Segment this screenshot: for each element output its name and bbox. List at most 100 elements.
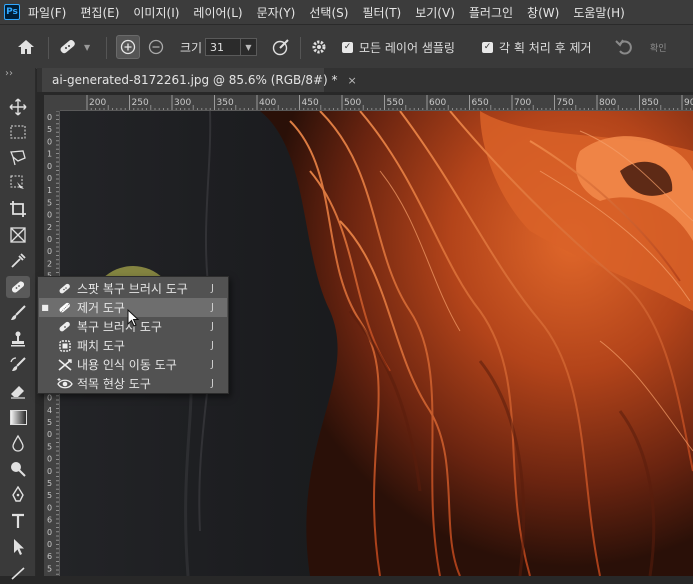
frame-tool-icon[interactable] (6, 224, 30, 246)
minus-circle-icon (148, 39, 164, 55)
menu-type[interactable]: 문자(Y) (257, 4, 296, 21)
shortcut-key: J (211, 359, 214, 370)
pen-pressure-icon (272, 39, 289, 56)
horizontal-ruler[interactable]: 200 250 300 350 400 450 500 550 600 650 700 750 800 8… (60, 95, 693, 111)
checkbox-checked-icon: ✓ (342, 41, 353, 53)
subtract-from-stroke-button[interactable] (148, 25, 164, 69)
ruler-label: 5 (47, 564, 52, 573)
ruler-label: 0 (47, 247, 52, 256)
ruler-origin[interactable] (44, 95, 60, 111)
ruler-label: 0 (47, 503, 52, 512)
ruler-label: 750 (557, 98, 574, 108)
ruler-label: 0 (47, 430, 52, 439)
ruler-label: 5 (47, 491, 52, 500)
menu-view[interactable]: 보기(V) (415, 4, 455, 21)
ruler-label: 0 (47, 174, 52, 183)
blur-icon[interactable] (6, 432, 30, 454)
ruler-label: 5 (47, 125, 52, 134)
tool-preset-picker[interactable]: ▼ (56, 25, 90, 69)
ruler-label: 0 (47, 540, 52, 549)
lasso-tool-icon[interactable] (6, 147, 30, 169)
confirm-button[interactable]: 확인 (650, 41, 667, 54)
marquee-tool-icon[interactable] (6, 121, 30, 143)
flyout-item-content-aware-move[interactable]: 내용 인식 이동 도구 J (39, 355, 227, 374)
ruler-label: 0 (47, 467, 52, 476)
remove-tool-preset-icon (60, 40, 75, 54)
flyout-item-label: 복구 브러시 도구 (77, 320, 162, 334)
gear-icon (312, 40, 326, 54)
ruler-label: 5 (47, 198, 52, 207)
expand-panel-button[interactable]: ›› (5, 68, 13, 79)
divider (48, 37, 49, 59)
content-aware-move-icon (57, 357, 73, 373)
flyout-item-label: 적목 현상 도구 (77, 377, 151, 391)
tools-panel: ›› (0, 68, 36, 580)
home-icon (18, 40, 34, 54)
menu-edit[interactable]: 편집(E) (80, 4, 119, 21)
ruler-label: 0 (47, 113, 52, 122)
ruler-label: 600 (429, 98, 446, 108)
move-tool-icon[interactable] (6, 96, 30, 118)
flyout-item-red-eye[interactable]: 적목 현상 도구 J (39, 374, 227, 393)
sample-all-layers-checkbox[interactable]: ✓ 모든 레이어 샘플링 (342, 25, 455, 69)
ruler-label: 1 (47, 186, 52, 195)
line-tool-icon[interactable] (6, 562, 30, 584)
eyedropper-icon[interactable] (6, 250, 30, 272)
ruler-label: 450 (302, 98, 319, 108)
history-brush-icon[interactable] (6, 354, 30, 376)
menu-filter[interactable]: 필터(T) (362, 4, 401, 21)
menu-bar: Ps 파일(F) 편집(E) 이미지(I) 레이어(L) 문자(Y) 선택(S)… (0, 0, 693, 24)
gradient-icon[interactable] (6, 406, 30, 428)
menu-window[interactable]: 창(W) (527, 4, 559, 21)
horizontal-ruler-ticks: 200 250 300 350 400 450 500 550 600 650 700 750 800 8… (86, 95, 693, 110)
healing-brush-tool-icon[interactable] (6, 276, 30, 298)
home-button[interactable] (16, 25, 36, 69)
ruler-label: 0 (47, 394, 52, 403)
flyout-item-label: 내용 인식 이동 도구 (77, 358, 177, 372)
brush-tool-icon[interactable] (6, 302, 30, 324)
ruler-label: 5 (47, 442, 52, 451)
flyout-item-spot-healing-brush[interactable]: 스팟 복구 브러시 도구 J (39, 279, 227, 298)
remove-after-stroke-checkbox[interactable]: ✓ 각 획 처리 후 제거 (482, 25, 592, 69)
ruler-label: 700 (514, 98, 531, 108)
ruler-label: 5 (47, 479, 52, 488)
add-to-stroke-button[interactable] (116, 25, 140, 69)
flyout-item-label: 스팟 복구 브러시 도구 (77, 282, 188, 296)
type-tool-icon[interactable] (6, 510, 30, 532)
document-tab[interactable]: ai-generated-8172261.jpg @ 85.6% (RGB/8#… (42, 68, 357, 92)
pen-tool-icon[interactable] (6, 484, 30, 506)
menu-select[interactable]: 선택(S) (309, 4, 348, 21)
clone-stamp-icon[interactable] (6, 328, 30, 350)
spot-healing-brush-icon (57, 281, 73, 297)
size-input[interactable]: 31 (205, 38, 241, 56)
dodge-icon[interactable] (6, 458, 30, 480)
close-icon[interactable]: × (348, 74, 357, 87)
path-selection-icon[interactable] (6, 536, 30, 558)
menu-file[interactable]: 파일(F) (28, 4, 66, 21)
ruler-label: 0 (47, 528, 52, 537)
ruler-label: 550 (387, 98, 404, 108)
size-dropdown-button[interactable]: ▼ (241, 38, 257, 56)
chevron-down-icon: ▼ (84, 42, 91, 52)
ruler-label: 6 (47, 552, 52, 561)
eraser-icon[interactable] (6, 380, 30, 402)
divider (300, 37, 301, 59)
menu-plugins[interactable]: 플러그인 (469, 4, 513, 21)
flyout-item-label: 제거 도구 (77, 301, 125, 315)
size-field[interactable]: 31 ▼ (205, 25, 257, 69)
ruler-label: 300 (174, 98, 191, 108)
object-selection-icon[interactable] (6, 172, 30, 194)
ruler-label: 2 (47, 259, 52, 268)
menu-help[interactable]: 도움말(H) (573, 4, 625, 21)
ruler-label: 650 (472, 98, 489, 108)
ruler-label: 900 (684, 98, 693, 108)
photoshop-logo: Ps (4, 4, 20, 20)
undo-button[interactable] (614, 25, 634, 69)
crop-tool-icon[interactable] (6, 198, 30, 220)
shortcut-key: J (211, 340, 214, 351)
pressure-size-button[interactable] (271, 25, 291, 69)
menu-layer[interactable]: 레이어(L) (193, 4, 242, 21)
settings-button[interactable] (310, 25, 328, 69)
flyout-item-patch-tool[interactable]: 패치 도구 J (39, 336, 227, 355)
menu-image[interactable]: 이미지(I) (133, 4, 179, 21)
